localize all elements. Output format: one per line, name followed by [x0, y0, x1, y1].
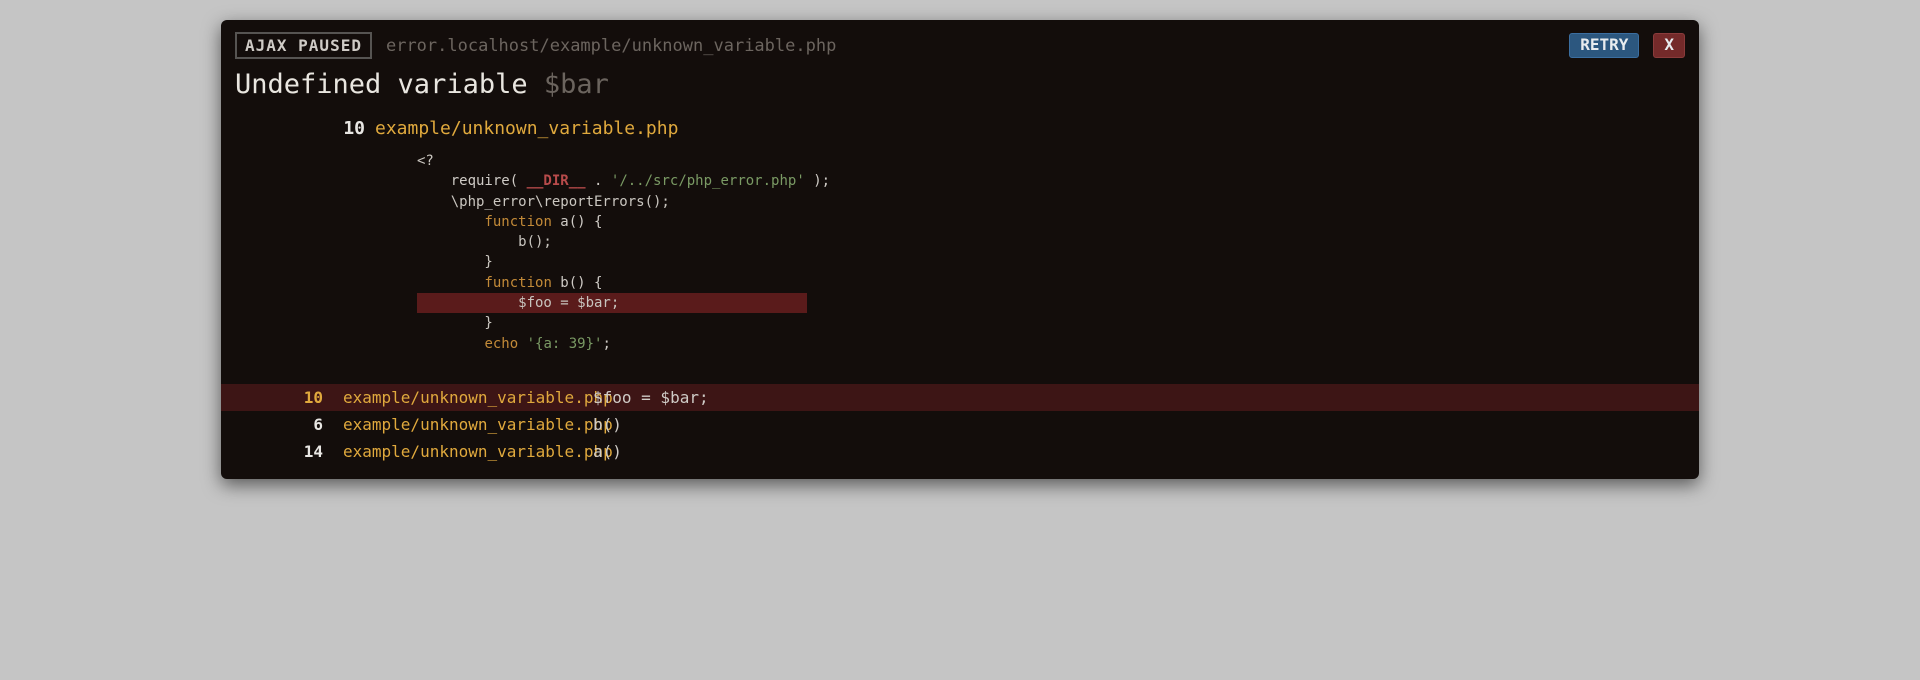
code-line: function b() {: [417, 273, 1699, 293]
stack-frame-line: 14: [221, 442, 323, 461]
file-header: 10 example/unknown_variable.php: [221, 116, 1699, 147]
topbar: AJAX PAUSED error.localhost/example/unkn…: [221, 20, 1699, 63]
stack-frame-file: example/unknown_variable.php: [323, 388, 593, 407]
error-title: Undefined variable $bar: [221, 63, 1699, 116]
stack-frame[interactable]: 14 example/unknown_variable.php a(): [221, 438, 1699, 465]
code-snippet: <? require( __DIR__ . '/../src/php_error…: [221, 147, 1699, 372]
error-panel: AJAX PAUSED error.localhost/example/unkn…: [221, 20, 1699, 479]
close-button[interactable]: X: [1653, 33, 1685, 58]
code-line: }: [417, 313, 1699, 333]
file-header-line: 10: [235, 118, 365, 139]
code-line: \php_error\reportErrors();: [417, 192, 1699, 212]
code-line-highlighted: $foo = $bar;: [221, 293, 1699, 313]
stack-frame-line: 6: [221, 415, 323, 434]
code-line: echo '{a: 39}';: [417, 334, 1699, 354]
request-url: error.localhost/example/unknown_variable…: [386, 36, 1555, 56]
retry-button[interactable]: RETRY: [1569, 33, 1639, 58]
stack-frame-snippet: b(): [593, 415, 622, 434]
code-line: <?: [417, 151, 1699, 171]
file-header-path[interactable]: example/unknown_variable.php: [375, 118, 678, 139]
stack-frame[interactable]: 10 example/unknown_variable.php $foo = $…: [221, 384, 1699, 411]
stack-frame-snippet: $foo = $bar;: [593, 388, 709, 407]
code-line: function a() {: [417, 212, 1699, 232]
error-variable-name: $bar: [544, 69, 609, 100]
code-line: }: [417, 252, 1699, 272]
stack-frame-file: example/unknown_variable.php: [323, 442, 593, 461]
stack-frame[interactable]: 6 example/unknown_variable.php b(): [221, 411, 1699, 438]
code-line: require( __DIR__ . '/../src/php_error.ph…: [417, 171, 1699, 191]
stack-frame-line: 10: [221, 388, 323, 407]
ajax-status-badge: AJAX PAUSED: [235, 32, 372, 59]
stack-frame-file: example/unknown_variable.php: [323, 415, 593, 434]
stack-trace: 10 example/unknown_variable.php $foo = $…: [221, 372, 1699, 469]
code-line: b();: [417, 232, 1699, 252]
stack-frame-snippet: a(): [593, 442, 622, 461]
error-message-text: Undefined variable: [235, 69, 544, 100]
